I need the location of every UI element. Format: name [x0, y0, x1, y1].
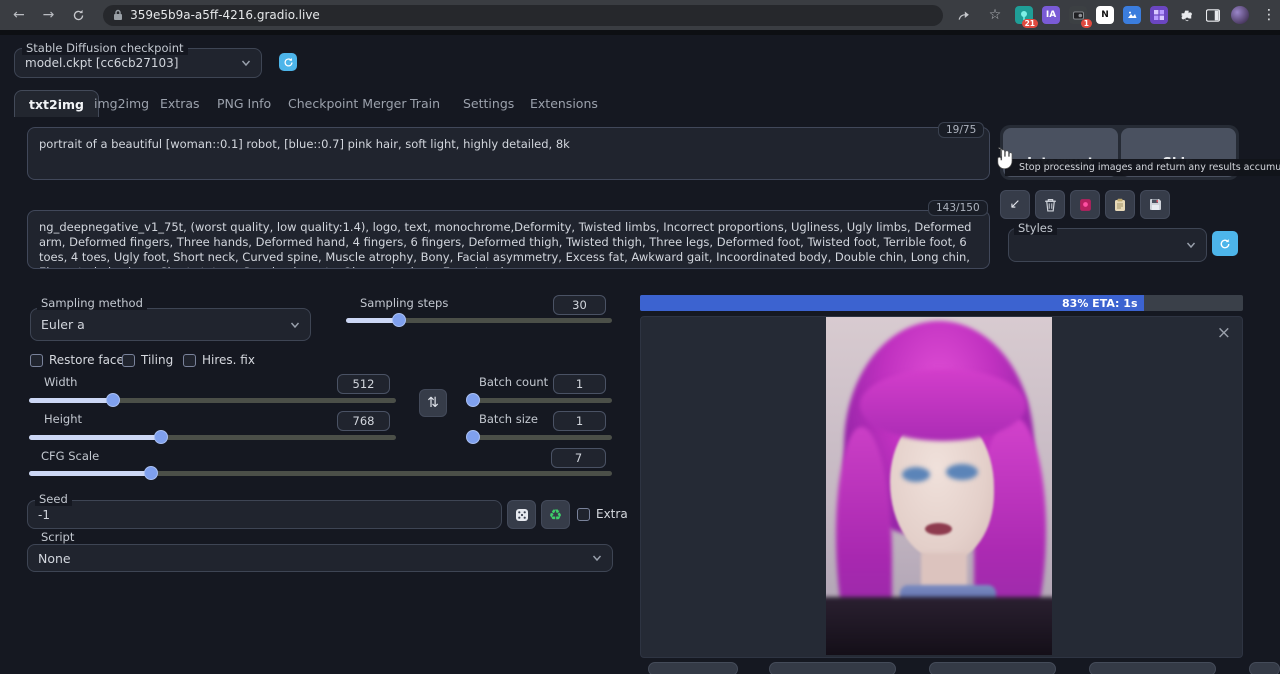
- negative-prompt-input[interactable]: ng_deepnegative_v1_75t, (worst quality, …: [27, 210, 990, 269]
- checkpoint-value: model.ckpt [cc6cb27103]: [25, 56, 178, 70]
- extension-grabber-icon[interactable]: 1: [1069, 6, 1087, 24]
- chrome-menu-icon[interactable]: ⋮: [1258, 4, 1280, 26]
- batch-size-slider[interactable]: [467, 435, 612, 440]
- batch-count-label: Batch count: [475, 375, 552, 389]
- result-action-button-5[interactable]: [1249, 662, 1280, 674]
- generated-image[interactable]: [826, 317, 1052, 655]
- floppy-disk-icon: [1149, 198, 1162, 211]
- batch-count-slider[interactable]: [467, 398, 612, 403]
- share-icon[interactable]: [953, 4, 975, 26]
- batch-size-input[interactable]: 1: [553, 411, 606, 431]
- script-value: None: [38, 551, 71, 566]
- reuse-seed-button[interactable]: ♻: [541, 500, 570, 529]
- restore-faces-box[interactable]: [30, 354, 43, 367]
- extension-pin-icon[interactable]: 21: [1015, 6, 1033, 24]
- height-input[interactable]: 768: [337, 411, 390, 431]
- random-seed-button[interactable]: [507, 500, 536, 529]
- seed-extra-checkbox[interactable]: Extra: [577, 507, 628, 521]
- hires-fix-box[interactable]: [183, 354, 196, 367]
- tab-train[interactable]: Train: [396, 90, 454, 117]
- recycle-icon: ♻: [549, 506, 562, 524]
- hires-fix-checkbox[interactable]: Hires. fix: [183, 353, 255, 367]
- result-action-button-1[interactable]: [648, 662, 738, 674]
- cfg-scale-slider[interactable]: [29, 471, 612, 476]
- cfg-scale-input[interactable]: 7: [551, 448, 606, 468]
- reload-icon[interactable]: [67, 4, 89, 26]
- cfg-scale-label: CFG Scale: [37, 449, 103, 463]
- address-bar[interactable]: 359e5b9a-a5ff-4216.gradio.live: [103, 5, 943, 26]
- side-panel-icon[interactable]: [1204, 6, 1222, 24]
- extension-image-icon[interactable]: [1123, 6, 1141, 24]
- result-action-button-4[interactable]: [1089, 662, 1216, 674]
- page-top-divider: [0, 30, 1280, 35]
- bookmark-star-icon[interactable]: ☆: [984, 4, 1006, 26]
- extension-pin-badge: 21: [1022, 19, 1038, 29]
- progress-text: 83% ETA: 1s: [1062, 297, 1137, 310]
- profile-avatar[interactable]: [1231, 6, 1249, 24]
- styles-label: Styles: [1014, 221, 1057, 235]
- extension-grabber-badge: 1: [1081, 19, 1092, 29]
- sampling-steps-input[interactable]: 30: [553, 295, 606, 315]
- close-icon[interactable]: ×: [1217, 325, 1231, 342]
- paste-generation-params-button[interactable]: ↙: [1000, 190, 1030, 219]
- seed-extra-box[interactable]: [577, 508, 590, 521]
- extension-ia-icon[interactable]: IA: [1042, 6, 1060, 24]
- progress-bar: 83% ETA: 1s: [640, 295, 1243, 311]
- tiling-checkbox[interactable]: Tiling: [122, 353, 173, 367]
- browser-toolbar: ← → 359e5b9a-a5ff-4216.gradio.live ☆ 21 …: [0, 0, 1280, 30]
- checkpoint-label: Stable Diffusion checkpoint: [22, 41, 188, 55]
- extension-office-icon[interactable]: [1150, 6, 1168, 24]
- apply-styles-button[interactable]: [1105, 190, 1135, 219]
- extra-networks-card-icon: [1079, 198, 1092, 212]
- swap-width-height-button[interactable]: ⇅: [419, 389, 447, 417]
- image-viewer-panel: ×: [640, 316, 1243, 658]
- seed-input[interactable]: -1: [27, 500, 502, 529]
- sampling-steps-slider[interactable]: [346, 318, 612, 323]
- width-label: Width: [40, 375, 81, 389]
- sampling-method-value: Euler a: [41, 317, 85, 332]
- result-action-button-2[interactable]: [769, 662, 896, 674]
- paste-icon: ↙: [1010, 197, 1021, 212]
- tiling-box[interactable]: [122, 354, 135, 367]
- tab-png-info[interactable]: PNG Info: [203, 90, 285, 117]
- progress-fill: 83% ETA: 1s: [640, 295, 1144, 311]
- sampling-method-dropdown[interactable]: Euler a: [30, 308, 311, 341]
- width-slider[interactable]: [29, 398, 396, 403]
- restore-faces-checkbox[interactable]: Restore faces: [30, 353, 130, 367]
- lock-icon: [113, 9, 123, 21]
- sampling-steps-label: Sampling steps: [356, 296, 452, 310]
- styles-refresh-button[interactable]: [1212, 231, 1238, 256]
- result-action-button-3[interactable]: [929, 662, 1056, 674]
- checkpoint-refresh-button[interactable]: [279, 53, 297, 71]
- extensions-puzzle-icon[interactable]: [1177, 6, 1195, 24]
- forward-icon[interactable]: →: [38, 4, 60, 26]
- seed-label: Seed: [35, 492, 72, 506]
- back-icon[interactable]: ←: [8, 4, 30, 26]
- clipboard-icon: [1114, 198, 1126, 212]
- prompt-token-counter: 19/75: [938, 122, 984, 138]
- batch-count-input[interactable]: 1: [553, 374, 606, 394]
- script-dropdown[interactable]: None: [27, 544, 613, 572]
- clear-prompt-button[interactable]: [1035, 190, 1065, 219]
- url-text: 359e5b9a-a5ff-4216.gradio.live: [130, 8, 320, 22]
- script-label: Script: [37, 530, 78, 544]
- interrupt-tooltip: Stop processing images and return any re…: [1005, 159, 1280, 176]
- prompt-input[interactable]: portrait of a beautiful [woman::0.1] rob…: [27, 127, 990, 180]
- batch-size-label: Batch size: [475, 412, 542, 426]
- dice-icon: [515, 508, 529, 522]
- trash-icon: [1044, 198, 1057, 212]
- swap-icon: ⇅: [427, 395, 439, 411]
- tab-extensions[interactable]: Extensions: [516, 90, 612, 117]
- height-slider[interactable]: [29, 435, 396, 440]
- negative-token-counter: 143/150: [928, 200, 988, 216]
- height-label: Height: [40, 412, 86, 426]
- sampling-method-label: Sampling method: [37, 296, 147, 310]
- save-style-button[interactable]: [1140, 190, 1170, 219]
- mouse-cursor: [993, 146, 1019, 180]
- extension-notion-icon[interactable]: N: [1096, 6, 1114, 24]
- width-input[interactable]: 512: [337, 374, 390, 394]
- extra-networks-button[interactable]: [1070, 190, 1100, 219]
